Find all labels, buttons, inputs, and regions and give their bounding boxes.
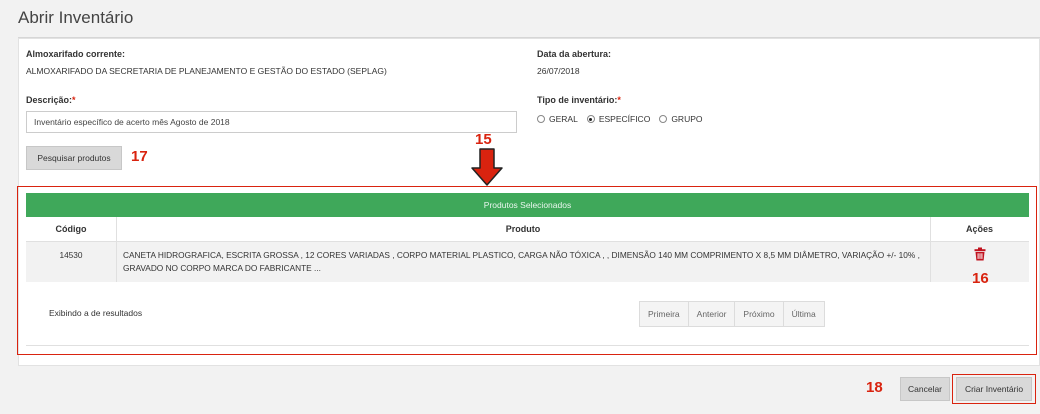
- cancel-button[interactable]: Cancelar: [900, 377, 950, 401]
- pager-first[interactable]: Primeira: [640, 302, 689, 326]
- tipo-label-text: Tipo de inventário:: [537, 95, 618, 105]
- radio-geral[interactable]: GERAL: [537, 114, 578, 124]
- callout-18: 18: [866, 379, 883, 396]
- pager-next[interactable]: Próximo: [735, 302, 784, 326]
- required-mark: *: [72, 95, 76, 105]
- column-header-acoes: Ações: [965, 224, 993, 234]
- almoxarifado-value: ALMOXARIFADO DA SECRETARIA DE PLANEJAMEN…: [26, 66, 387, 76]
- pager-last[interactable]: Última: [784, 302, 824, 326]
- table-bottom-divider: [26, 345, 1029, 346]
- descricao-input[interactable]: Inventário específico de acerto mês Agos…: [26, 111, 517, 133]
- down-arrow-icon: [471, 148, 503, 186]
- page-title: Abrir Inventário: [18, 8, 134, 27]
- callout-16: 16: [972, 270, 989, 287]
- cell-produto-line2: GRAVADO NO CORPO MARCA DO FABRICANTE ...: [123, 263, 321, 273]
- column-divider: [116, 217, 117, 282]
- table-title-bar: Produtos Selecionados: [26, 193, 1029, 217]
- radio-grupo[interactable]: GRUPO: [659, 114, 702, 124]
- cell-codigo: 14530: [59, 250, 83, 260]
- trash-icon[interactable]: [974, 247, 986, 261]
- results-info: Exibindo a de resultados: [49, 308, 143, 318]
- data-abertura-label: Data da abertura:: [537, 49, 612, 59]
- criar-inventario-button[interactable]: Criar Inventário: [956, 377, 1032, 401]
- header-divider: [26, 241, 1029, 242]
- radio-selected-icon: [586, 115, 595, 123]
- radio-label: ESPECÍFICO: [598, 114, 651, 124]
- descricao-label-text: Descrição:: [26, 95, 73, 105]
- column-divider: [930, 217, 931, 282]
- radio-circle-icon: [537, 115, 545, 123]
- descricao-label: Descrição:*: [26, 95, 76, 105]
- tipo-inventario-label: Tipo de inventário:*: [537, 95, 621, 105]
- radio-label: GRUPO: [671, 114, 703, 124]
- cell-produto-line1: CANETA HIDROGRAFICA, ESCRITA GROSSA , 12…: [123, 250, 920, 260]
- tipo-inventario-radios: GERAL ESPECÍFICO GRUPO: [537, 114, 711, 124]
- radio-especifico[interactable]: ESPECÍFICO: [586, 114, 651, 124]
- pager-previous[interactable]: Anterior: [689, 302, 736, 326]
- column-header-codigo: Código: [55, 224, 87, 234]
- callout-15: 15: [475, 131, 492, 148]
- callout-17: 17: [131, 148, 148, 165]
- radio-label: GERAL: [549, 114, 578, 124]
- radio-circle-icon: [659, 115, 668, 123]
- almoxarifado-label: Almoxarifado corrente:: [26, 49, 126, 59]
- pesquisar-produtos-button[interactable]: Pesquisar produtos: [26, 146, 122, 170]
- pagination: Primeira Anterior Próximo Última: [639, 301, 825, 327]
- column-header-produto: Produto: [505, 224, 541, 234]
- required-mark: *: [617, 95, 621, 105]
- data-abertura-value: 26/07/2018: [537, 66, 580, 76]
